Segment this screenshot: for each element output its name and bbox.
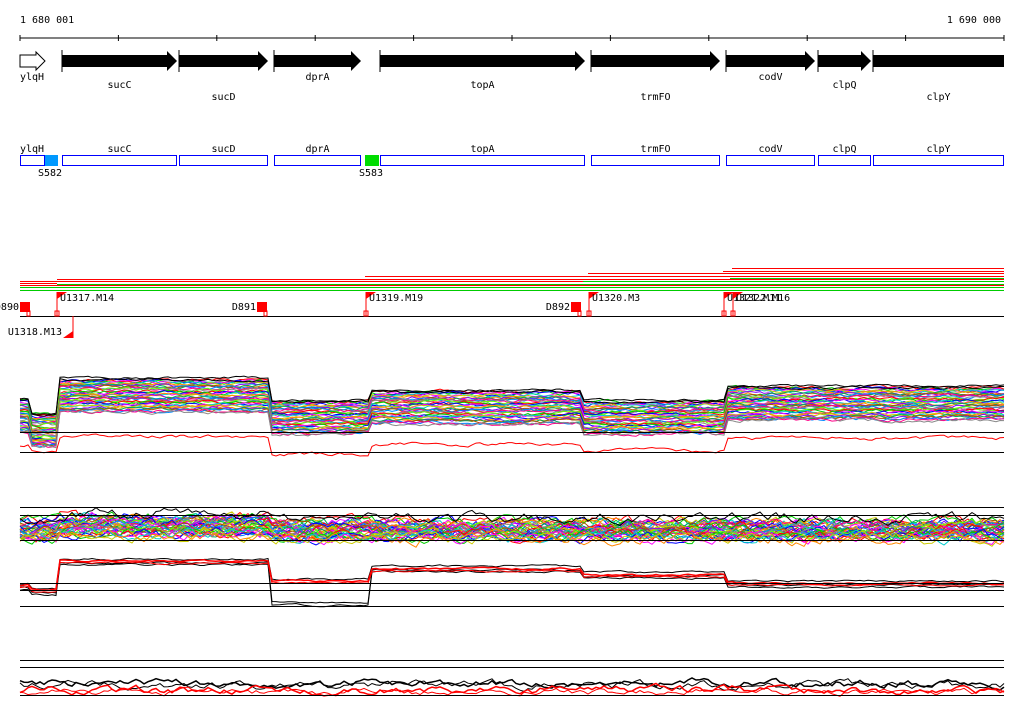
feature-label: U1322.M16 [736, 293, 790, 304]
gene-label: sucD [211, 92, 235, 103]
feature-label: U1317.M14 [60, 293, 114, 304]
flag-icon [63, 331, 73, 338]
gene-label: codV [758, 72, 782, 83]
feature-track: D890 U1317.M14 D891 U1319.M19 D892 U1320.M3 U1… [0, 292, 1004, 338]
gene-box [380, 155, 585, 166]
site-label: S583 [359, 168, 383, 179]
ruler: 1 680 001 1 690 000 [19, 15, 1005, 41]
gene-box [274, 155, 361, 166]
genome-browser-view[interactable]: 1 680 001 1 690 000 ylqH sucC sucD dprA topA… [0, 0, 1024, 714]
feature-label: D892 [546, 302, 570, 313]
site-marker-s582 [45, 155, 58, 166]
gene-box [591, 155, 720, 166]
gene-box [818, 155, 871, 166]
signal-tracks [19, 375, 1005, 697]
gene-box [179, 155, 268, 166]
gene-box-label: trmFO [640, 144, 670, 155]
gene-arrow [179, 51, 268, 71]
feature-label: U1319.M19 [369, 293, 423, 304]
ruler-end-label: 1 690 000 [947, 15, 1001, 26]
gene-label: clpY [926, 92, 950, 103]
gene-arrow [591, 51, 720, 71]
gene-arrow-open [19, 50, 46, 72]
gene-box-label: clpQ [832, 144, 856, 155]
gene-arrow [818, 51, 871, 71]
gene-box-label: clpY [926, 144, 950, 155]
gene-box-label: sucD [211, 144, 235, 155]
gene-arrow [380, 51, 585, 71]
gene-label: ylqH [20, 72, 44, 83]
gene-label: clpQ [832, 80, 856, 91]
gene-box [62, 155, 177, 166]
gene-label: topA [470, 80, 494, 91]
ruler-start-label: 1 680 001 [20, 15, 74, 26]
site-label: S582 [38, 168, 62, 179]
gene-box-label: codV [758, 144, 782, 155]
gene-arrow [62, 51, 177, 71]
feature-label: D890 [0, 302, 19, 313]
gene-box-label: sucC [107, 144, 131, 155]
signal-line [19, 561, 1005, 604]
gene-box [726, 155, 815, 166]
feature-label: D891 [232, 302, 256, 313]
gene-box-label: dprA [305, 144, 329, 155]
gene-label: dprA [305, 72, 329, 83]
gene-arrow [873, 51, 1004, 71]
gene-box [20, 155, 45, 166]
gene-arrow [274, 51, 361, 71]
gene-label: sucC [107, 80, 131, 91]
gene-label: trmFO [640, 92, 670, 103]
feature-label: U1320.M3 [592, 293, 640, 304]
gene-arrow [726, 51, 815, 71]
gene-box-label: ylqH [20, 144, 44, 155]
annotation-track: ylqH sucC sucD dprA topA trmFO codV clpQ clpY S58… [20, 144, 1004, 179]
gene-box-label: topA [470, 144, 494, 155]
site-marker-s583 [365, 155, 379, 166]
segment-lines [20, 268, 1004, 291]
gene-box [873, 155, 1004, 166]
gene-track: ylqH sucC sucD dprA topA trmFO codV clpQ clpY [19, 50, 1004, 103]
feature-label: U1318.M13 [8, 327, 62, 338]
